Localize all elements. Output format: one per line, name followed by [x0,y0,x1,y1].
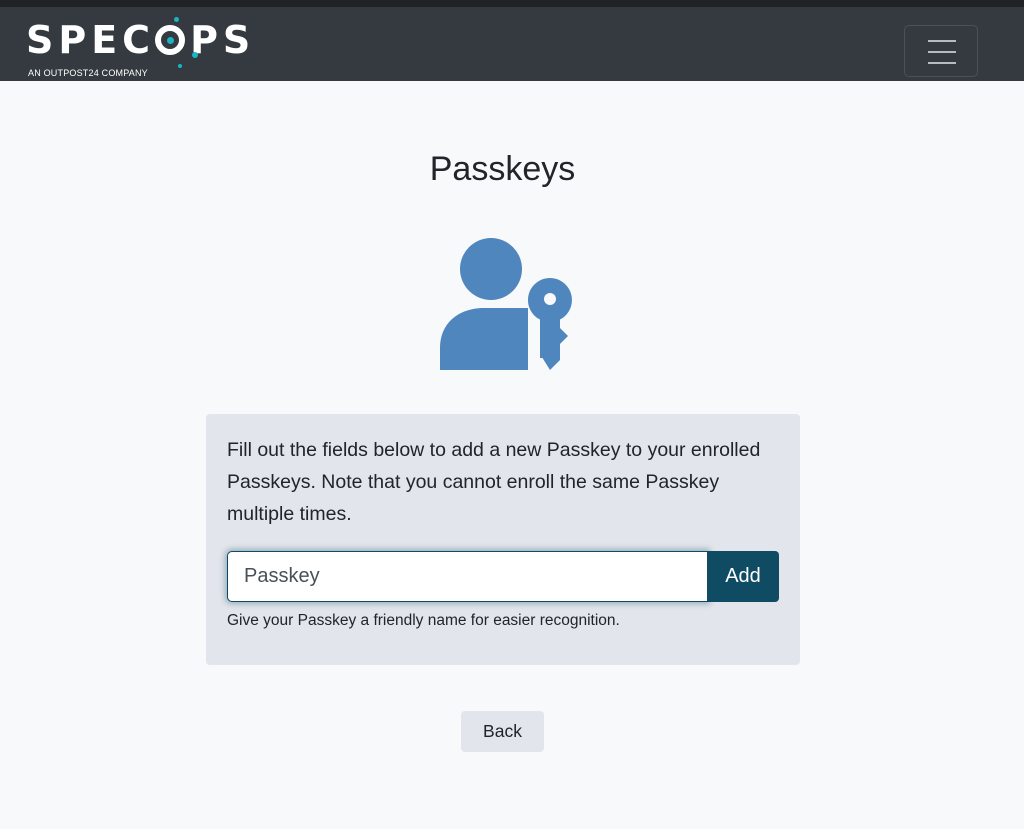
logo-dot [192,52,198,58]
logo-wordmark: SPEC PS [26,16,255,64]
passkey-name-input-group: Add [227,551,779,602]
window-top-strip [0,0,1024,7]
logo-text-prefix: SPEC [26,18,156,62]
add-button[interactable]: Add [707,551,779,602]
hamburger-menu-icon [928,40,956,42]
logo-dot [178,64,182,68]
passkey-name-input[interactable] [227,551,708,602]
user-key-icon [440,238,572,370]
hamburger-menu-button[interactable] [904,25,978,77]
helper-text: Give your Passkey a friendly name for ea… [227,612,620,629]
hamburger-menu-icon-bar [928,51,956,53]
hamburger-menu-icon-bar [928,62,956,64]
page-title: Passkeys [429,150,576,188]
logo-dot [174,17,179,22]
add-passkey-card: Fill out the fields below to add a new P… [206,414,800,665]
logo-tagline: AN OUTPOST24 COMPANY [28,68,148,78]
back-button[interactable]: Back [461,711,544,752]
logo-o-mark [155,25,186,55]
logo-text-suffix: PS [190,18,256,62]
form-description: Fill out the fields below to add a new P… [227,439,761,525]
specops-logo[interactable]: SPEC PS AN OUTPOST24 COMPANY [26,16,266,78]
top-navbar: SPEC PS AN OUTPOST24 COMPANY [0,7,1024,81]
